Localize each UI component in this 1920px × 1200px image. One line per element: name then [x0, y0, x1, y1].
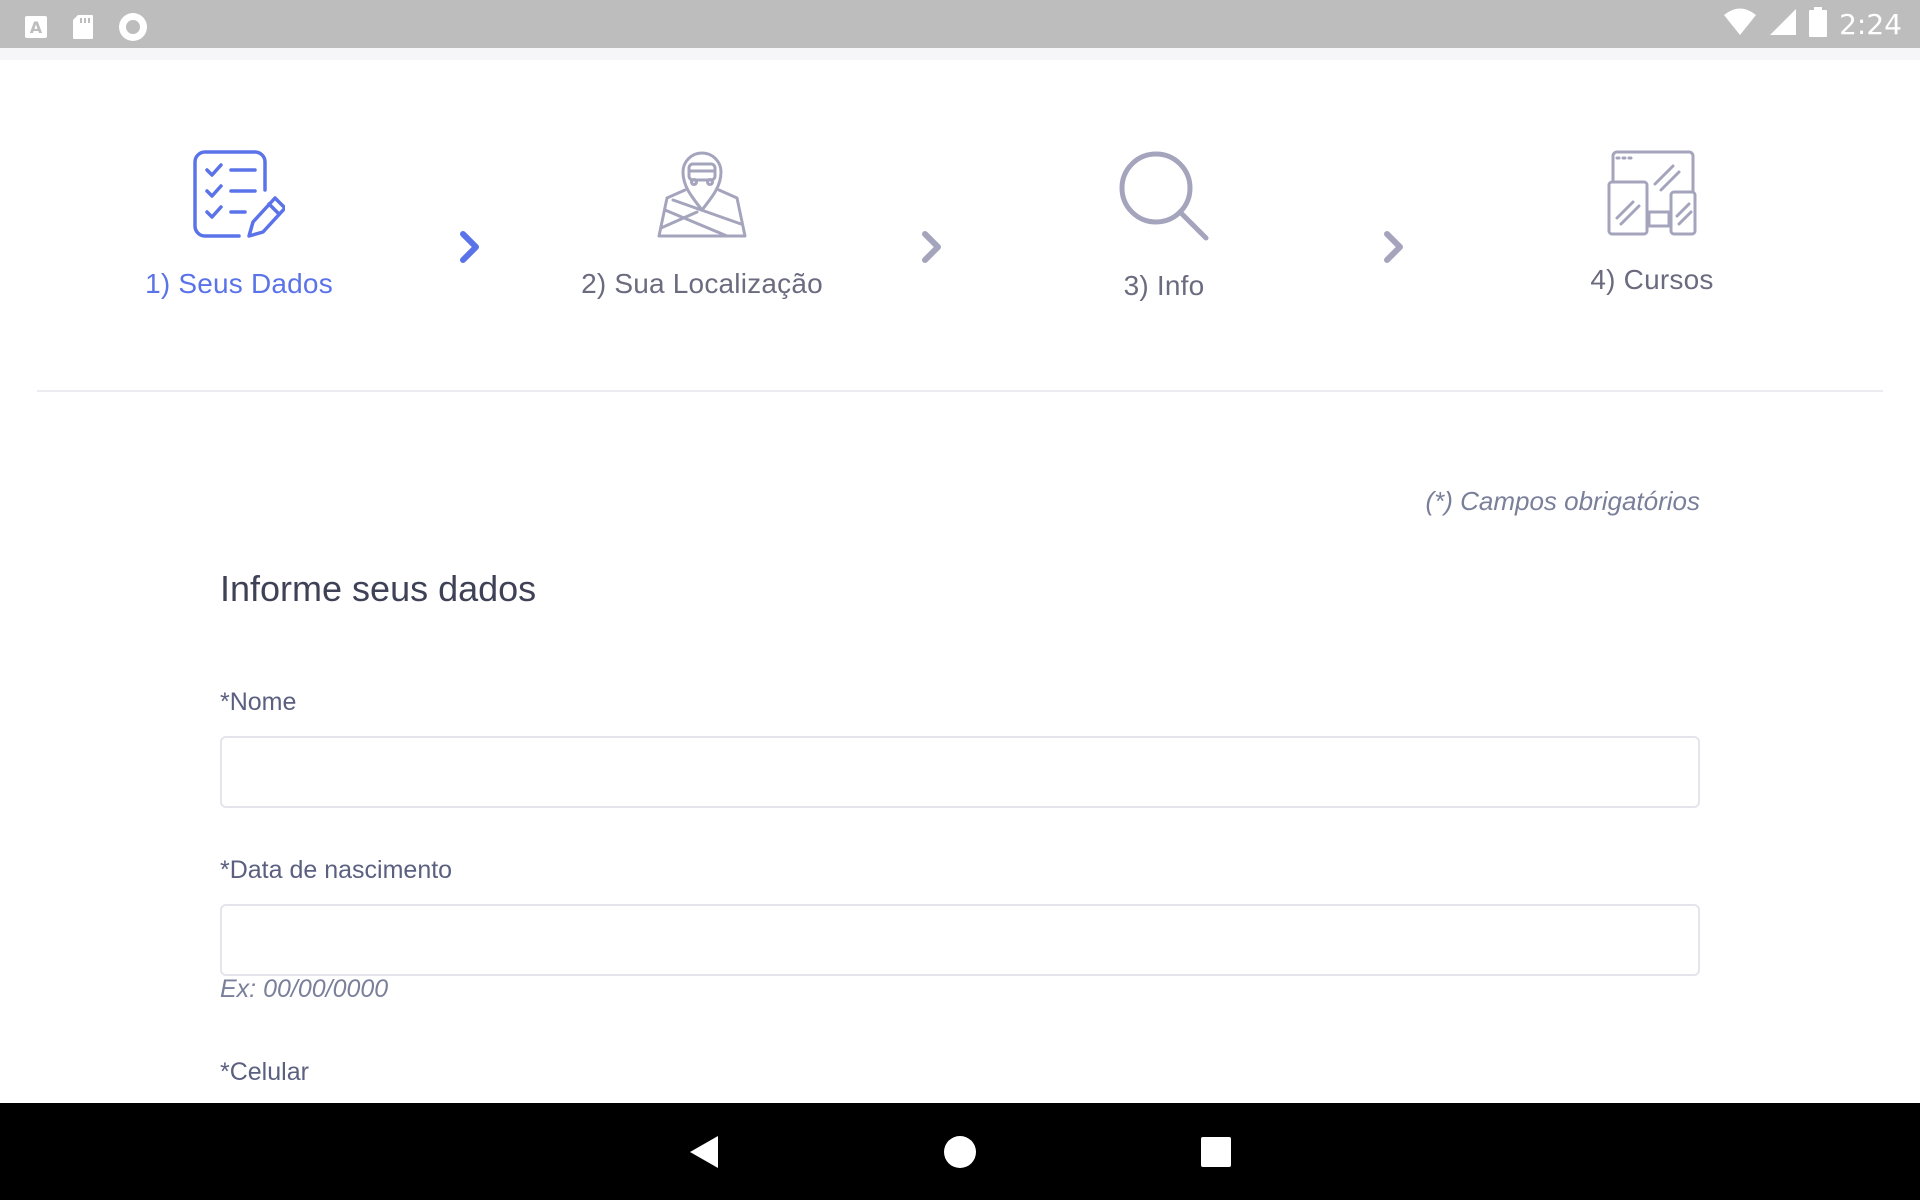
app-bar-shadow [0, 48, 1920, 60]
cell-signal-icon [1769, 8, 1797, 41]
map-bus-icon [657, 151, 747, 238]
system-nav-bar [0, 1103, 1920, 1200]
nome-label: *Nome [220, 688, 297, 716]
form-title: Informe seus dados [220, 568, 537, 609]
step-seus-dados[interactable]: 1) Seus Dados [79, 150, 399, 300]
step-label: 4) Cursos [1590, 264, 1714, 295]
sd-card-icon [72, 14, 94, 45]
home-button[interactable] [900, 1103, 1020, 1200]
battery-icon [1809, 6, 1828, 42]
step-cursos[interactable]: 4) Cursos [1492, 150, 1812, 296]
chevron-right-icon [920, 230, 944, 269]
required-fields-note: (*) Campos obrigatórios [1425, 486, 1700, 516]
chevron-right-icon [458, 230, 482, 269]
back-icon [690, 1135, 718, 1168]
home-icon [944, 1135, 976, 1168]
wifi-icon [1723, 8, 1757, 41]
back-button[interactable] [644, 1103, 764, 1200]
step-label: 2) Sua Localização [581, 268, 823, 299]
step-sua-localizacao[interactable]: 2) Sua Localização [542, 150, 862, 300]
checklist-pencil-icon [193, 150, 285, 238]
font-a-icon: A [24, 15, 48, 44]
data-nascimento-input[interactable] [220, 904, 1700, 976]
nome-input[interactable] [220, 736, 1700, 808]
celular-label: *Celular [220, 1058, 309, 1086]
data-nascimento-hint: Ex: 00/00/0000 [220, 975, 389, 1003]
svg-text:A: A [30, 18, 43, 37]
step-label: 3) Info [1123, 270, 1205, 301]
recents-icon [1201, 1136, 1231, 1167]
step-info[interactable]: 3) Info [1004, 150, 1324, 302]
step-label: 1) Seus Dados [145, 268, 333, 299]
recents-button[interactable] [1156, 1103, 1276, 1200]
divider [37, 390, 1883, 392]
clock: 2:24 [1839, 7, 1902, 41]
status-bar: A 2:24 [0, 0, 1920, 48]
data-nascimento-label: *Data de nascimento [220, 856, 453, 884]
chevron-right-icon [1382, 230, 1406, 269]
devices-icon [1607, 150, 1697, 236]
search-icon [1119, 151, 1209, 241]
record-icon [118, 12, 148, 47]
progress-stepper: 1) Seus Dados 2) Sua Localização 3) Info [0, 150, 1920, 350]
